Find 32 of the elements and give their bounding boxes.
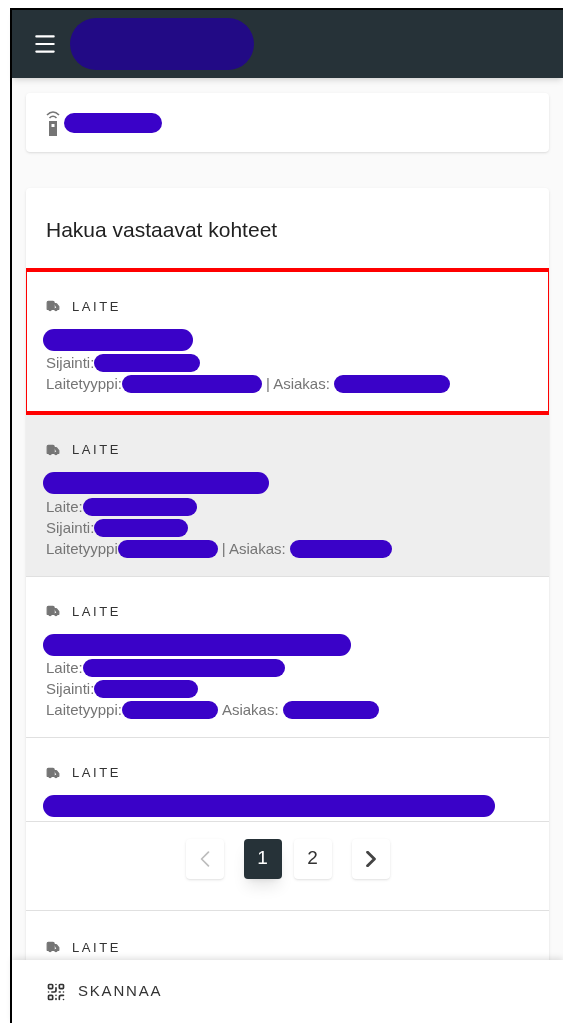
field-label: Sijainti: (46, 518, 95, 537)
result-item[interactable]: LAITE Sijainti: Laitetyyppi: | Asiakas: (26, 267, 549, 415)
qr-code-icon (46, 981, 66, 1002)
field-label: | Asiakas: (221, 539, 286, 558)
result-type: LAITE (72, 764, 122, 782)
result-type: LAITE (72, 938, 122, 957)
result-item[interactable]: LAITE Laite: Sijainti: Laitetyyppi: Asiakas: (26, 576, 549, 738)
truck-icon (46, 442, 60, 457)
field-label: Sijainti: (46, 680, 95, 698)
field-label: | Asiakas: (265, 375, 330, 393)
truck-icon (46, 765, 60, 780)
results-title: Hakua vastaavat kohteet (45, 217, 279, 243)
result-item[interactable]: LAITE (26, 738, 549, 821)
result-type: LAITE (72, 602, 122, 621)
scan-button[interactable]: SKANNAA (46, 980, 163, 1003)
next-page-button[interactable] (351, 838, 390, 879)
truck-icon (46, 299, 60, 314)
field-label: Laitetyyppi (46, 539, 118, 558)
truck-icon (46, 940, 60, 955)
result-item[interactable]: LAITE Laite: Sijainti: Laitetyyppi | Asiakas: (26, 415, 549, 577)
truck-icon (46, 604, 60, 619)
field-label: Laite: (46, 497, 83, 516)
page-button[interactable]: 2 (293, 838, 332, 879)
field-label: Sijainti: (46, 354, 95, 372)
field-label: Laite: (46, 659, 83, 677)
page-button[interactable]: 1 (243, 838, 282, 879)
field-label: Laitetyyppi: (46, 701, 122, 719)
result-type: LAITE (72, 297, 122, 316)
remote-icon (46, 108, 60, 137)
field-label: Laitetyyppi: (46, 375, 122, 393)
result-type: LAITE (72, 441, 122, 459)
field-label: Asiakas: (221, 701, 279, 719)
